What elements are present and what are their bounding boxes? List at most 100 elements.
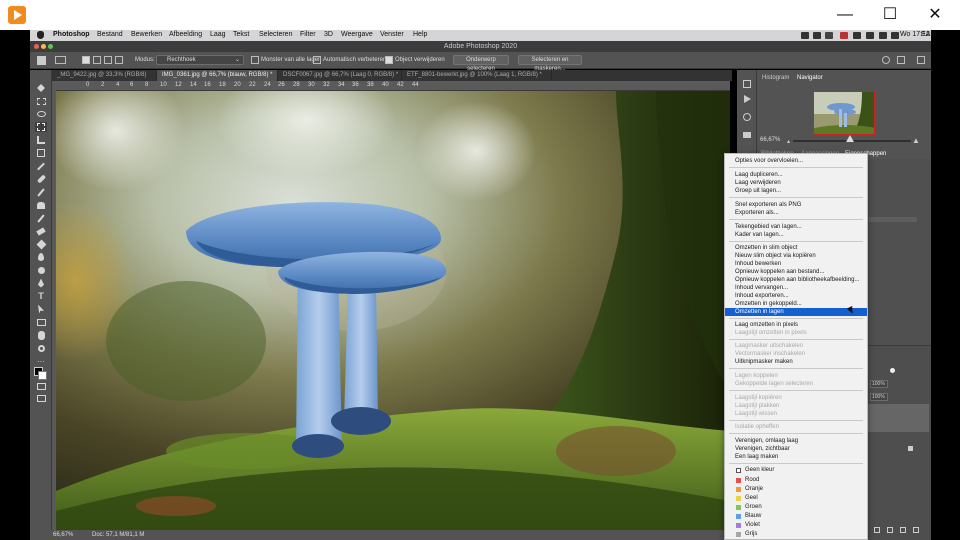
menu-photoshop[interactable]: Photoshop xyxy=(53,31,90,38)
menu-item[interactable]: Opnieuw koppelen aan bibliotheekafbeeldi… xyxy=(725,276,867,284)
trash-icon[interactable] xyxy=(913,527,919,533)
fill-field[interactable]: 100% xyxy=(870,393,888,401)
new-selection-icon[interactable] xyxy=(82,56,90,64)
user-name[interactable]: EAM xyxy=(921,31,936,38)
volume-icon[interactable] xyxy=(879,32,887,39)
menu-item[interactable]: Blauw xyxy=(725,512,867,520)
navigator-slider-knob[interactable] xyxy=(846,135,854,142)
menu-item[interactable]: Kader van lagen... xyxy=(725,231,867,239)
select-subject-button[interactable]: Onderwerp selecteren xyxy=(453,55,509,72)
subtract-selection-icon[interactable] xyxy=(104,56,112,64)
menu-item[interactable]: Omzetten in lagen xyxy=(725,308,867,316)
pen-tool-icon[interactable] xyxy=(35,278,47,288)
menu-bestand[interactable]: Bestand xyxy=(97,31,123,38)
menu-item[interactable]: Violet xyxy=(725,521,867,529)
menu-venster[interactable]: Venster xyxy=(380,31,404,38)
menu-item[interactable]: Oranje xyxy=(725,485,867,493)
menu-item[interactable]: Laag verwijderen xyxy=(725,179,867,187)
path-selection-tool-icon[interactable] xyxy=(35,304,47,314)
flag-icon[interactable] xyxy=(891,32,899,39)
object-selection-tool-icon[interactable] xyxy=(35,122,47,132)
properties-field[interactable] xyxy=(869,217,917,222)
history-icon[interactable] xyxy=(743,80,751,88)
menu-3d[interactable]: 3D xyxy=(324,31,333,38)
menu-item[interactable]: Een laag maken xyxy=(725,453,867,461)
zoom-out-icon[interactable]: ▴ xyxy=(787,138,790,145)
menu-weergave[interactable]: Weergave xyxy=(341,31,373,38)
more-tools-icon[interactable]: ··· xyxy=(35,356,47,366)
quick-mask-icon[interactable] xyxy=(35,381,47,391)
minimize-button[interactable]: — xyxy=(822,0,868,30)
background-color-swatch[interactable] xyxy=(38,371,47,380)
menu-item[interactable]: Snel exporteren als PNG xyxy=(725,201,867,209)
menu-item[interactable]: Geel xyxy=(725,494,867,502)
auto-enhance-checkbox[interactable] xyxy=(313,56,321,64)
menu-item[interactable]: Grijs xyxy=(725,530,867,538)
zoom-tool-icon[interactable] xyxy=(35,343,47,353)
tool-preset-icon[interactable] xyxy=(55,56,66,64)
blur-tool-icon[interactable] xyxy=(35,252,47,262)
info-icon[interactable] xyxy=(743,113,751,121)
document-canvas[interactable] xyxy=(56,91,730,530)
adjustment-layer-icon[interactable] xyxy=(874,527,880,533)
wifi-icon[interactable] xyxy=(866,32,874,39)
crop-tool-icon[interactable] xyxy=(35,135,47,145)
tab-dscf0067[interactable]: DSCF0067.jpg @ 66,7% (Laag 0, RGB/8) * xyxy=(278,70,402,81)
menu-item[interactable]: Groep uit lagen... xyxy=(725,187,867,195)
close-button[interactable]: ✕ xyxy=(912,0,958,30)
actions-play-icon[interactable] xyxy=(744,95,751,103)
menu-item[interactable]: Uitknipmasker maken xyxy=(725,358,867,366)
add-selection-icon[interactable] xyxy=(93,56,101,64)
menu-bewerken[interactable]: Bewerken xyxy=(131,31,162,38)
intersect-selection-icon[interactable] xyxy=(115,56,123,64)
zoom-dot-icon[interactable] xyxy=(48,44,53,49)
menu-item[interactable]: Inhoud vervangen... xyxy=(725,284,867,292)
menu-item[interactable]: Verenigen, zichtbaar xyxy=(725,445,867,453)
minimize-dot-icon[interactable] xyxy=(41,44,46,49)
close-dot-icon[interactable] xyxy=(34,44,39,49)
tab-histogram[interactable]: Histogram xyxy=(762,75,789,81)
menu-item[interactable]: Inhoud exporteren... xyxy=(725,292,867,300)
frame-tool-icon[interactable] xyxy=(35,148,47,158)
screen-mode-icon[interactable] xyxy=(35,393,47,403)
group-icon[interactable] xyxy=(887,527,893,533)
mode-select[interactable]: Rechthoek ⌄ xyxy=(156,55,244,65)
rectangle-tool-icon[interactable] xyxy=(35,317,47,327)
menu-item[interactable]: Exporteren als... xyxy=(725,209,867,217)
menu-item[interactable]: Opnieuw koppelen aan bestand... xyxy=(725,268,867,276)
record-icon[interactable] xyxy=(840,32,848,39)
menu-item[interactable]: Rood xyxy=(725,476,867,484)
menu-filter[interactable]: Filter xyxy=(300,31,316,38)
menu-item[interactable]: Verenigen, omlaag laag xyxy=(725,437,867,445)
cloud-icon[interactable] xyxy=(801,32,809,39)
menu-item[interactable]: Geen kleur xyxy=(725,466,867,474)
workspace-icon[interactable] xyxy=(897,56,905,64)
menu-item[interactable]: Inhoud bewerken xyxy=(725,260,867,268)
box-icon[interactable] xyxy=(813,32,821,39)
new-layer-icon[interactable] xyxy=(900,527,906,533)
menu-item[interactable]: Omzetten in gekoppeld... xyxy=(725,300,867,308)
history-brush-tool-icon[interactable] xyxy=(35,213,47,223)
type-tool-icon[interactable]: T xyxy=(35,291,47,301)
select-and-mask-button[interactable]: Selecteren en maskeren... xyxy=(518,55,582,72)
apple-icon[interactable] xyxy=(37,31,44,39)
navigator-thumbnail[interactable] xyxy=(813,91,875,135)
tab-navigator[interactable]: Navigator xyxy=(797,75,823,81)
zoom-in-icon[interactable]: ▲ xyxy=(912,136,920,145)
display-icon[interactable] xyxy=(825,32,833,39)
menu-item[interactable]: Omzetten in slim object xyxy=(725,244,867,252)
menu-item[interactable]: Opties voor overvloeien... xyxy=(725,157,867,165)
menu-help[interactable]: Help xyxy=(413,31,427,38)
clone-stamp-tool-icon[interactable] xyxy=(35,200,47,210)
menu-item[interactable]: Tekengebied van lagen... xyxy=(725,223,867,231)
maximize-button[interactable]: ☐ xyxy=(867,0,913,30)
lasso-tool-icon[interactable] xyxy=(35,109,47,119)
tab-mg-9422[interactable]: _MG_9422.jpg @ 33,3% (RGB/8) xyxy=(52,70,157,81)
hand-tool-icon[interactable] xyxy=(35,330,47,340)
menu-item[interactable]: Nieuw slim object via kopiëren xyxy=(725,252,867,260)
object-subtract-checkbox[interactable] xyxy=(385,56,393,64)
tab-etf-8801[interactable]: ETF_8801-bewerkt.jpg @ 100% (Laag 1, RGB… xyxy=(402,70,552,81)
dodge-tool-icon[interactable] xyxy=(35,265,47,275)
tab-img-0361[interactable]: IMG_0361.jpg @ 66,7% (blauw, RGB/8) * xyxy=(157,70,278,81)
paint-bucket-tool-icon[interactable] xyxy=(35,239,47,249)
